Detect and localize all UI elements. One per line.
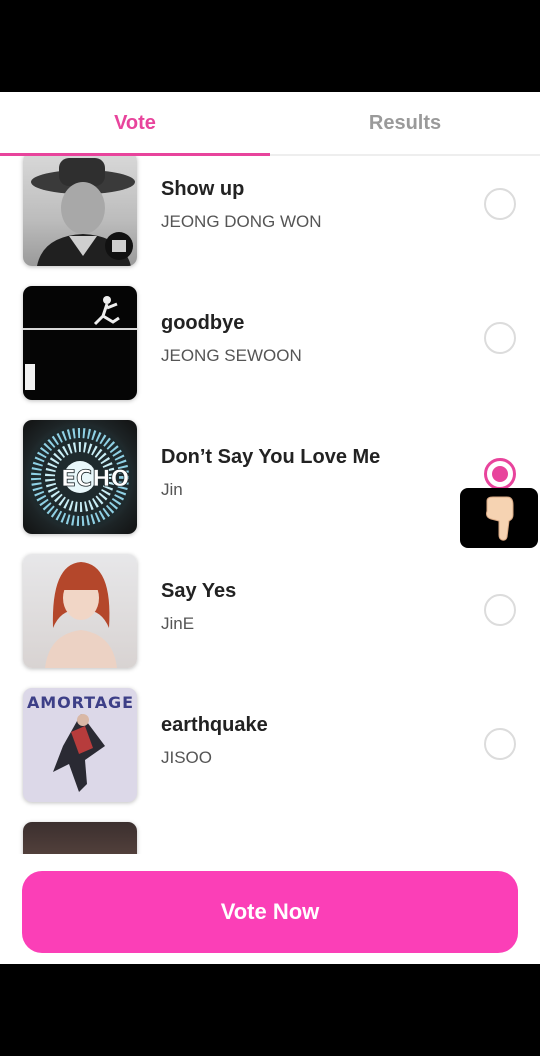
album-art <box>23 156 137 266</box>
list-item[interactable] <box>0 822 540 854</box>
album-art: AMORTAGE <box>23 688 137 802</box>
song-artist: JEONG DONG WON <box>161 212 322 231</box>
list-item[interactable]: Show up JEONG DONG WON <box>0 156 540 268</box>
song-artist: JISOO <box>161 748 213 767</box>
song-title: earthquake <box>161 714 268 736</box>
list-item[interactable]: ECHO Don’t Say You Love Me Jin <box>0 420 540 536</box>
dancer-on-black-art <box>23 296 137 390</box>
tab-bar: Vote Results <box>0 92 540 156</box>
song-title: Don’t Say You Love Me <box>161 446 381 468</box>
echo-art-text: ECHO <box>61 467 129 492</box>
song-title: goodbye <box>161 312 245 334</box>
tab-results[interactable]: Results <box>270 92 540 154</box>
list-item[interactable]: AMORTAGE earthquake JISOO <box>0 688 540 804</box>
select-radio[interactable] <box>484 188 516 220</box>
select-radio-checked[interactable] <box>484 458 516 490</box>
select-radio[interactable] <box>484 322 516 354</box>
album-art <box>23 822 137 854</box>
red-hair-portrait-art <box>45 562 117 668</box>
list-item[interactable]: goodbye JEONG SEWOON <box>0 286 540 402</box>
album-art: ECHO <box>23 420 137 534</box>
song-artist: Jin <box>161 480 183 499</box>
cowboy-portrait-art <box>31 158 135 266</box>
amortage-art-text: AMORTAGE <box>27 693 133 712</box>
vote-screen: Vote Results Show up JEONG DONG WON good… <box>0 92 540 964</box>
song-artist: JEONG SEWOON <box>161 346 302 365</box>
song-artist: JinE <box>161 614 195 633</box>
album-art <box>23 286 137 400</box>
tab-vote[interactable]: Vote <box>0 92 270 156</box>
song-list[interactable]: Show up JEONG DONG WON goodbye JEONG SEW… <box>0 156 540 854</box>
song-title: Say Yes <box>161 580 237 602</box>
pointing-hand-icon <box>460 488 538 548</box>
echo-record-art: ECHO <box>28 425 132 529</box>
status-bar-area <box>0 0 540 92</box>
song-title: Show up <box>161 178 245 200</box>
select-radio[interactable] <box>484 594 516 626</box>
album-art <box>23 554 137 668</box>
select-radio[interactable] <box>484 728 516 760</box>
amortage-cover-art: AMORTAGE <box>27 693 133 792</box>
vote-now-button[interactable]: Vote Now <box>22 871 518 953</box>
list-item[interactable]: Say Yes JinE <box>0 554 540 670</box>
navigation-bar-area <box>0 964 540 1056</box>
